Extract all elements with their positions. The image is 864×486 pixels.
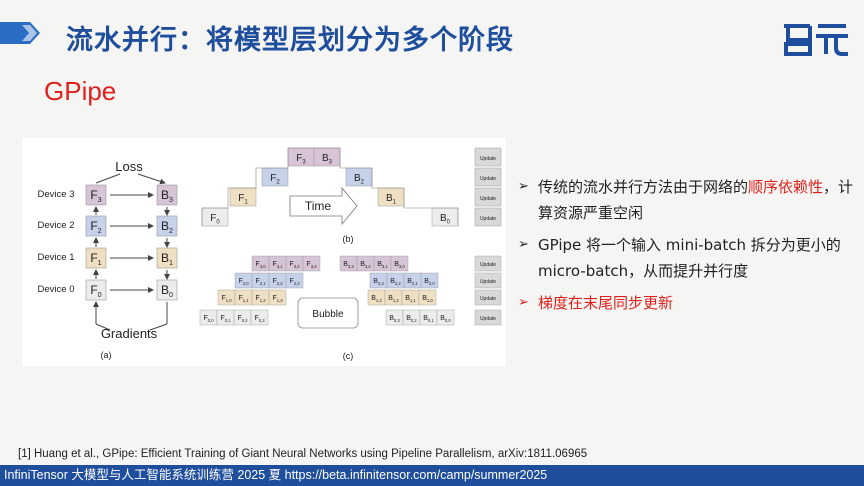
bullet-item: ➢ 传统的流水并行方法由于网络的顺序依赖性，计算资源严重空闲 (518, 174, 858, 226)
footer-bar: InfiniTensor 大模型与人工智能系统训练营 2025 夏 https:… (0, 465, 864, 486)
bubble-label: Bubble (312, 309, 344, 320)
reference: [1] Huang et al., GPipe: Efficient Train… (18, 448, 588, 460)
caption-c: (c) (343, 351, 354, 361)
arrow-line (95, 173, 121, 184)
device-label: Device 0 (38, 284, 75, 295)
bullet-text: 传统的流水并行方法由于网络的 (538, 178, 749, 196)
device-label: Device 1 (38, 252, 75, 263)
logo-icon (784, 24, 848, 56)
gpipe-diagram: LossGradients(a)Device 3 F3 B3Device 2 F2 B2… (38, 147, 502, 361)
slide-title: 流水并行：将模型层划分为多个阶段 (66, 25, 514, 56)
device-label: Device 3 (38, 189, 75, 200)
update-label: Update (480, 262, 496, 268)
gpipe-figure: Loss Gradients (a) Device 3 F3 B3 Device 2 F2 B2… (22, 138, 506, 366)
section-subtitle: GPipe (44, 76, 117, 106)
bullet-text: GPipe 将一个输入 mini-batch 拆分为更小的 micro-batc… (538, 236, 841, 280)
update-label: Update (480, 316, 496, 322)
arrow-line (137, 173, 166, 185)
bullet-item: ➢ 梯度在末尾同步更新 (518, 290, 858, 316)
update-label: Update (480, 279, 496, 285)
update-label: Update (480, 296, 496, 302)
bullet-arrow-icon: ➢ (518, 237, 529, 252)
update-label: Update (480, 196, 496, 202)
update-label: Update (480, 216, 496, 222)
gradients-label: Gradients (101, 326, 158, 341)
footer-text: InfiniTensor 大模型与人工智能系统训练营 2025 夏 https:… (4, 468, 548, 482)
device-label: Device 2 (38, 220, 75, 231)
bullet-list: ➢ 传统的流水并行方法由于网络的顺序依赖性，计算资源严重空闲 ➢ GPipe 将一个输… (518, 174, 858, 322)
chevron-right-icon (0, 22, 40, 44)
title-bar: 流水并行：将模型层划分为多个阶段 (0, 8, 864, 58)
bullet-arrow-icon: ➢ (518, 295, 529, 310)
caption-a: (a) (101, 350, 112, 360)
bullet-text: 梯度在末尾同步更新 (538, 294, 674, 312)
bullet-arrow-icon: ➢ (518, 179, 529, 194)
update-label: Update (480, 156, 496, 162)
bullet-text: 顺序依赖性 (748, 178, 824, 196)
update-label: Update (480, 176, 496, 182)
loss-label: Loss (115, 159, 143, 174)
time-label: Time (305, 199, 332, 213)
bullet-item: ➢ GPipe 将一个输入 mini-batch 拆分为更小的 micro-bat… (518, 232, 858, 284)
caption-b: (b) (343, 234, 354, 244)
